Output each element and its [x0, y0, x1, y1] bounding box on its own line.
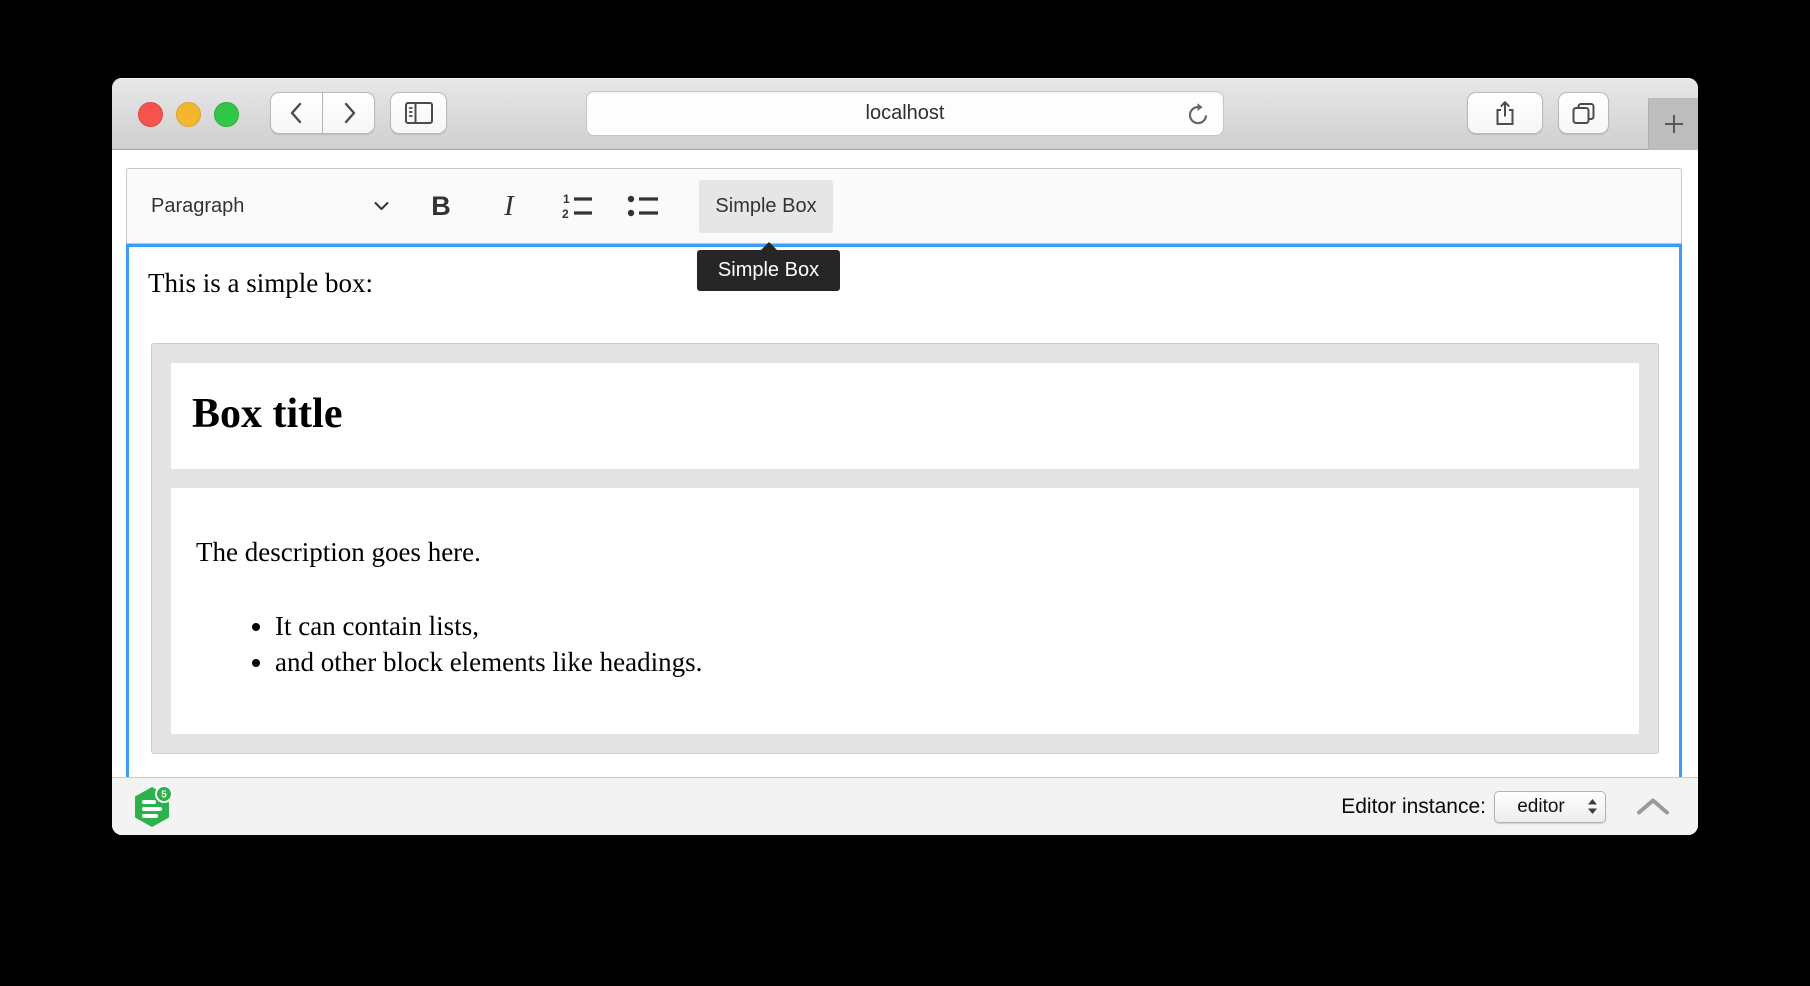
share-button[interactable] [1467, 92, 1543, 134]
sidebar-toggle-button[interactable] [390, 92, 447, 134]
editor-editable-area[interactable]: This is a simple box: Box title The desc… [126, 244, 1682, 777]
list-item[interactable]: It can contain lists, [275, 608, 1614, 644]
share-icon [1493, 99, 1517, 127]
back-button[interactable] [270, 92, 323, 134]
simple-box-button-label: Simple Box [715, 195, 816, 218]
simple-box-title[interactable]: Box title [171, 363, 1639, 470]
nav-buttons [270, 92, 375, 134]
chevron-up-icon [1636, 797, 1670, 816]
select-stepper-icon [1587, 798, 1598, 815]
forward-button[interactable] [323, 92, 375, 134]
web-page: Paragraph B I 1 2 [112, 150, 1698, 835]
heading-dropdown-label: Paragraph [151, 195, 244, 218]
address-bar-text: localhost [866, 102, 945, 125]
italic-button[interactable]: I [485, 180, 533, 233]
bold-icon: B [431, 191, 451, 222]
editor-instance-value: editor [1495, 796, 1587, 818]
simple-box-widget[interactable]: Box title The description goes here. It … [151, 343, 1659, 754]
description-list: It can contain lists, and other block el… [196, 608, 1614, 680]
inspector-controls: Editor instance: editor [1341, 791, 1670, 823]
simple-box-button[interactable]: Simple Box [699, 180, 833, 233]
simple-box-tooltip: Simple Box [697, 250, 840, 291]
inspector-bar: 5 Editor instance: editor [112, 777, 1698, 835]
bold-button[interactable]: B [417, 180, 465, 233]
plus-icon [1663, 113, 1685, 135]
sidebar-icon [403, 100, 435, 126]
zoom-window-button[interactable] [214, 102, 239, 127]
minimize-window-button[interactable] [176, 102, 201, 127]
simple-box-description[interactable]: The description goes here. It can contai… [171, 488, 1639, 734]
window-controls [138, 102, 239, 127]
bulleted-list-button[interactable] [619, 180, 667, 233]
bulleted-list-icon [625, 192, 661, 220]
chevron-down-icon [374, 201, 389, 211]
svg-text:1: 1 [563, 192, 570, 206]
browser-window: localhost [112, 78, 1698, 835]
new-tab-button[interactable] [1648, 98, 1698, 150]
address-bar[interactable]: localhost [586, 91, 1224, 136]
close-window-button[interactable] [138, 102, 163, 127]
intro-paragraph[interactable]: This is a simple box: [148, 267, 1660, 301]
svg-text:5: 5 [161, 789, 167, 800]
numbered-list-icon: 1 2 [559, 192, 595, 220]
chevron-left-icon [286, 100, 308, 126]
list-item[interactable]: and other block elements like headings. [275, 644, 1614, 680]
chevron-right-icon [338, 100, 360, 126]
reload-button[interactable] [1185, 102, 1211, 128]
editor-toolbar: Paragraph B I 1 2 [126, 168, 1682, 244]
italic-icon: I [504, 190, 514, 223]
editor-instance-select[interactable]: editor [1494, 791, 1606, 823]
expand-inspector-button[interactable] [1636, 797, 1670, 816]
tab-overview-button[interactable] [1558, 92, 1609, 134]
browser-toolbar: localhost [112, 78, 1698, 150]
heading-dropdown[interactable]: Paragraph [151, 180, 389, 233]
editor-instance-label: Editor instance: [1341, 795, 1486, 819]
ckeditor-logo: 5 [133, 785, 173, 829]
tabs-icon [1570, 101, 1597, 126]
description-paragraph[interactable]: The description goes here. [196, 536, 1614, 570]
svg-text:2: 2 [562, 207, 569, 220]
tooltip-text: Simple Box [718, 259, 819, 282]
numbered-list-button[interactable]: 1 2 [553, 180, 601, 233]
